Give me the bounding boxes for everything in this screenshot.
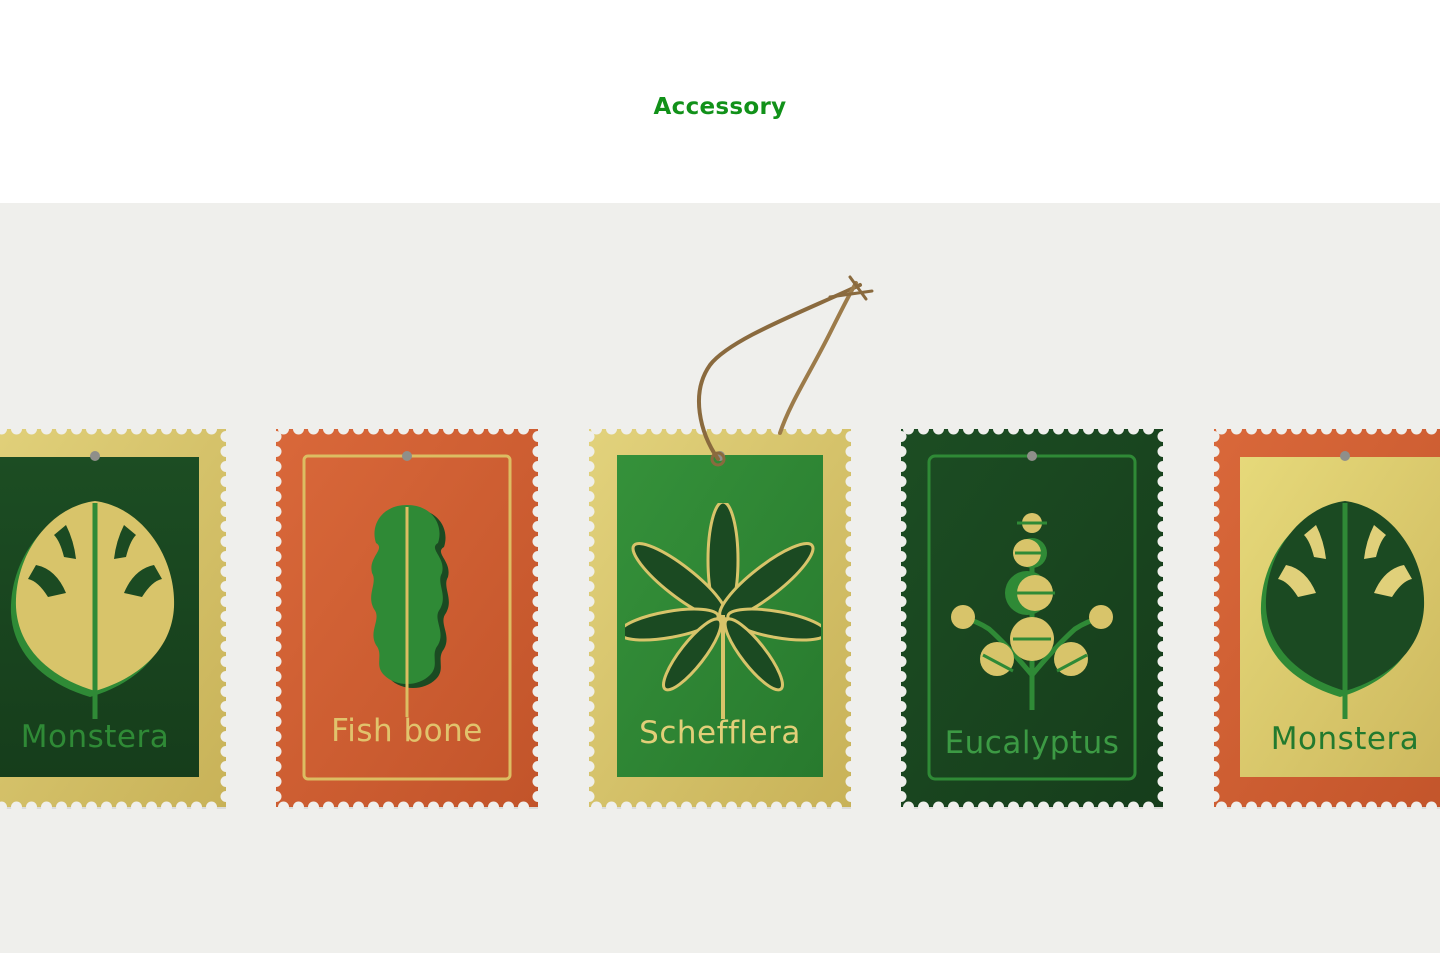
stamp-label: Monstera bbox=[1270, 721, 1420, 757]
stamp-showcase: Monstera Fish bone Schefflera Eucalyptus… bbox=[0, 203, 1440, 953]
stamp-label: Fish bone bbox=[331, 713, 483, 749]
monstera-leaf-icon bbox=[10, 501, 175, 719]
stamp-card-monstera-1: Monstera bbox=[0, 429, 226, 809]
twine-string-icon bbox=[697, 275, 874, 467]
stamp-label: Monstera bbox=[20, 719, 170, 755]
eucalyptus-branch-icon bbox=[951, 513, 1113, 710]
stamp-card-eucalyptus: Eucalyptus bbox=[901, 429, 1163, 809]
monstera-leaf-icon bbox=[1260, 501, 1425, 719]
page-header: Accessory bbox=[0, 0, 1440, 203]
stamp-card-fish-bone: Fish bone bbox=[276, 429, 538, 809]
stamp-label: Eucalyptus bbox=[944, 725, 1120, 761]
stamp-card-monstera-2: Monstera bbox=[1214, 429, 1440, 809]
stamp-card-schefflera: Schefflera bbox=[589, 429, 851, 809]
schefflera-leaf-icon bbox=[625, 503, 821, 719]
stamp-label: Schefflera bbox=[639, 715, 801, 751]
fish-bone-leaf-icon bbox=[371, 505, 449, 717]
section-title: Accessory bbox=[653, 94, 787, 120]
